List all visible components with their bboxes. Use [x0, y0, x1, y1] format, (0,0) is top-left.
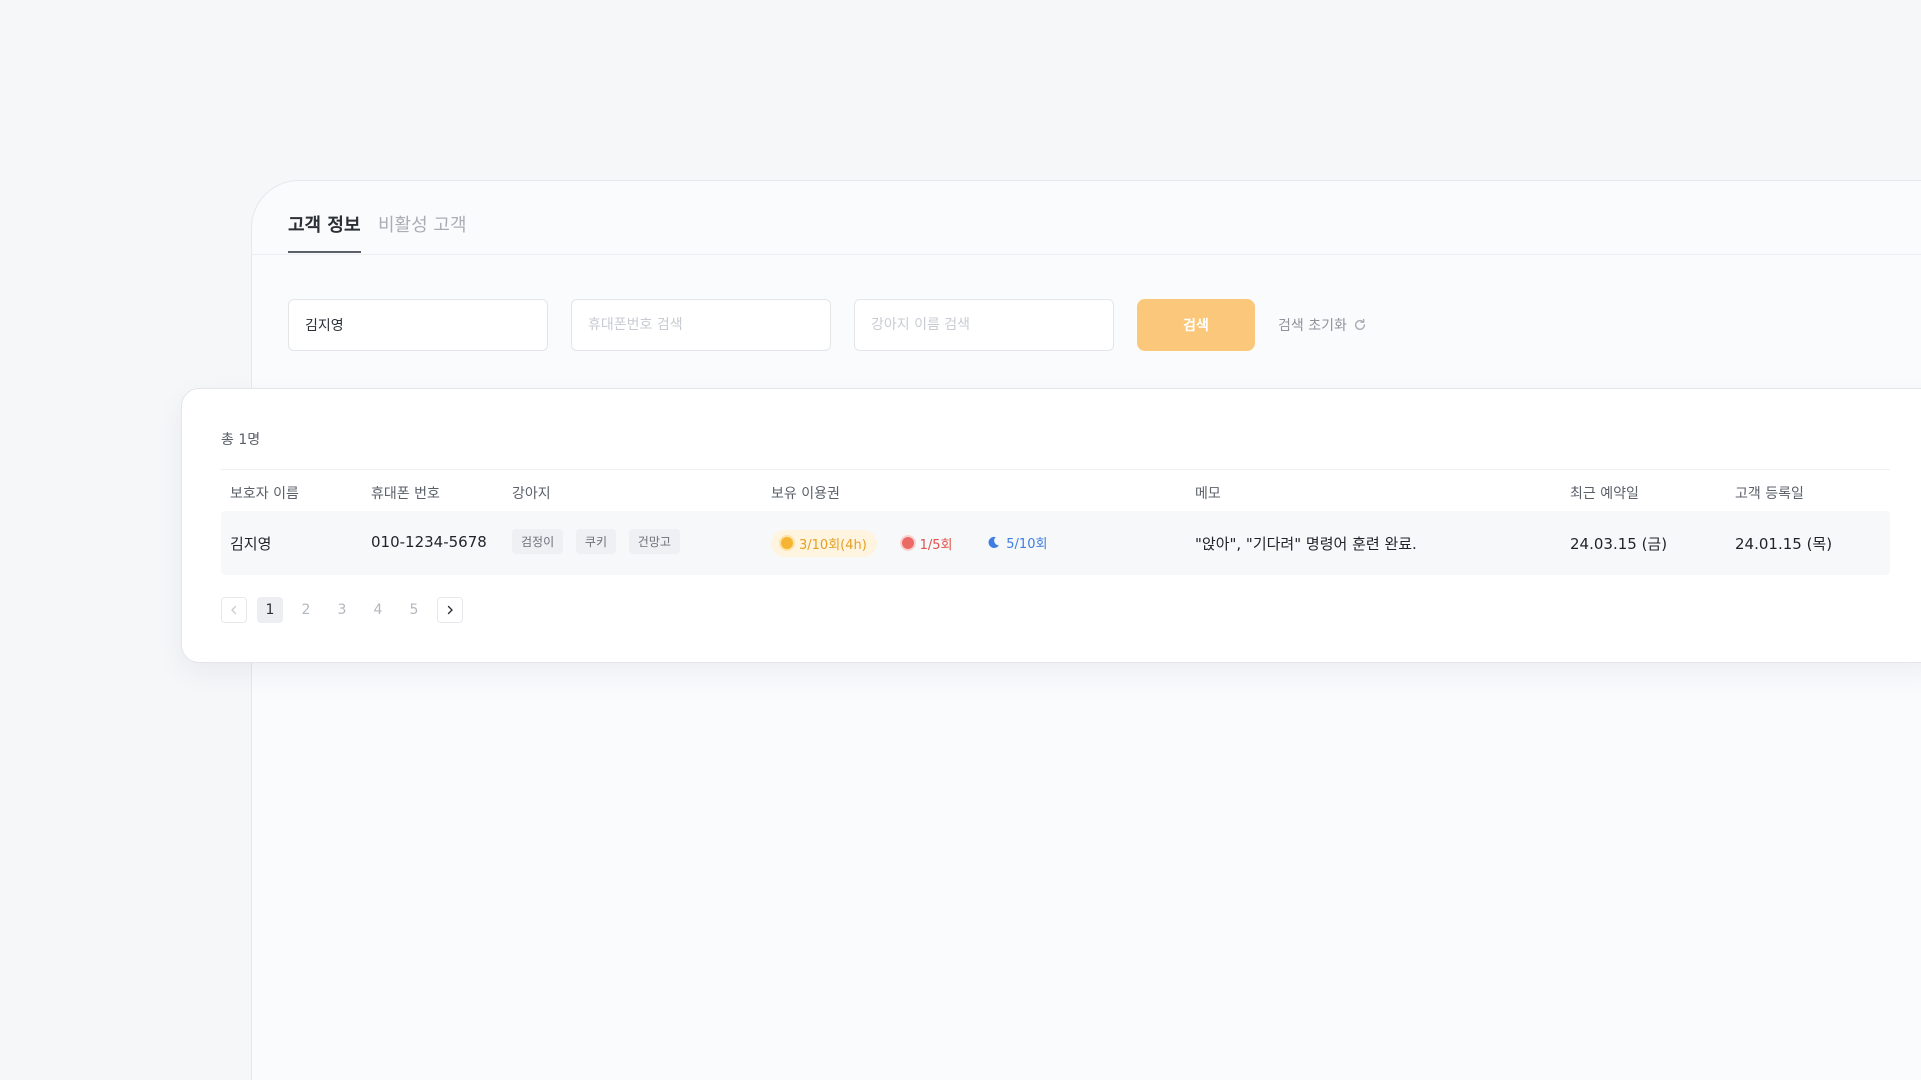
page-button-4[interactable]: 4 — [365, 597, 391, 623]
search-button[interactable]: 검색 — [1137, 299, 1255, 351]
pass-list: 3/10회(4h) 1/5회 5/10회 — [771, 529, 1067, 557]
reset-search-button[interactable]: 검색 초기화 — [1278, 315, 1367, 335]
col-registered: 고객 등록일 — [1735, 486, 1804, 502]
reset-search-label: 검색 초기화 — [1278, 318, 1347, 334]
registered-date: 24.01.15 (목) — [1735, 535, 1833, 553]
dog-tag[interactable]: 건망고 — [628, 529, 680, 554]
moon-icon — [988, 536, 1000, 548]
col-guardian-name: 보호자 이름 — [230, 486, 299, 502]
dog-tag[interactable]: 쿠키 — [575, 529, 616, 554]
guardian-name-input[interactable] — [288, 299, 548, 351]
col-last-reservation: 최근 예약일 — [1570, 486, 1639, 502]
col-dogs: 강아지 — [512, 486, 551, 502]
next-page-button[interactable] — [437, 597, 463, 623]
phone-number: 010-1234-5678 — [371, 533, 487, 551]
dog-tag[interactable]: 검정이 — [512, 529, 564, 554]
pass-badge-night: 5/10회 — [977, 529, 1057, 556]
table-header: 보호자 이름 휴대폰 번호 강아지 보유 이용권 메모 최근 예약일 고객 등록… — [221, 469, 1890, 511]
tab-bar: 고객 정보 비활성 고객 — [252, 181, 1921, 255]
customer-table: 보호자 이름 휴대폰 번호 강아지 보유 이용권 메모 최근 예약일 고객 등록… — [221, 469, 1890, 575]
page-button-2[interactable]: 2 — [293, 597, 319, 623]
col-phone: 휴대폰 번호 — [371, 486, 440, 502]
page-button-5[interactable]: 5 — [401, 597, 427, 623]
refresh-icon — [1354, 318, 1365, 331]
burst-icon — [901, 537, 914, 549]
sun-icon — [781, 537, 793, 549]
pass-label: 3/10회(4h) — [799, 537, 867, 553]
page-button-1[interactable]: 1 — [257, 597, 283, 623]
phone-search-input[interactable] — [571, 299, 831, 351]
tab-customer-info[interactable]: 고객 정보 — [288, 211, 361, 253]
pass-label: 5/10회 — [1006, 537, 1048, 552]
prev-page-button[interactable] — [221, 597, 247, 623]
tab-inactive-customers[interactable]: 비활성 고객 — [378, 211, 467, 251]
results-card: 총 1명 보호자 이름 휴대폰 번호 강아지 보유 이용권 메모 최근 예약일 … — [181, 388, 1921, 663]
guardian-name: 김지영 — [230, 535, 272, 553]
col-passes: 보유 이용권 — [771, 486, 840, 502]
page-button-3[interactable]: 3 — [329, 597, 355, 623]
dog-tags: 검정이 쿠키 건망고 — [512, 529, 688, 554]
table-row[interactable]: 김지영 010-1234-5678 검정이 쿠키 건망고 3/10회(4h) 1… — [221, 511, 1890, 575]
pass-badge-day: 3/10회(4h) — [771, 529, 877, 557]
chevron-right-icon — [447, 605, 453, 615]
pagination: 1 2 3 4 5 — [221, 597, 463, 623]
col-memo: 메모 — [1195, 486, 1221, 502]
pass-label: 1/5회 — [919, 537, 953, 553]
last-reservation-date: 24.03.15 (금) — [1570, 535, 1668, 553]
dog-name-search-input[interactable] — [854, 299, 1114, 351]
pass-badge-hot: 1/5회 — [892, 530, 963, 557]
total-count: 총 1명 — [221, 432, 261, 448]
memo-text: "앉아", "기다려" 명령어 훈련 완료. — [1195, 535, 1417, 553]
chevron-left-icon — [231, 605, 237, 615]
